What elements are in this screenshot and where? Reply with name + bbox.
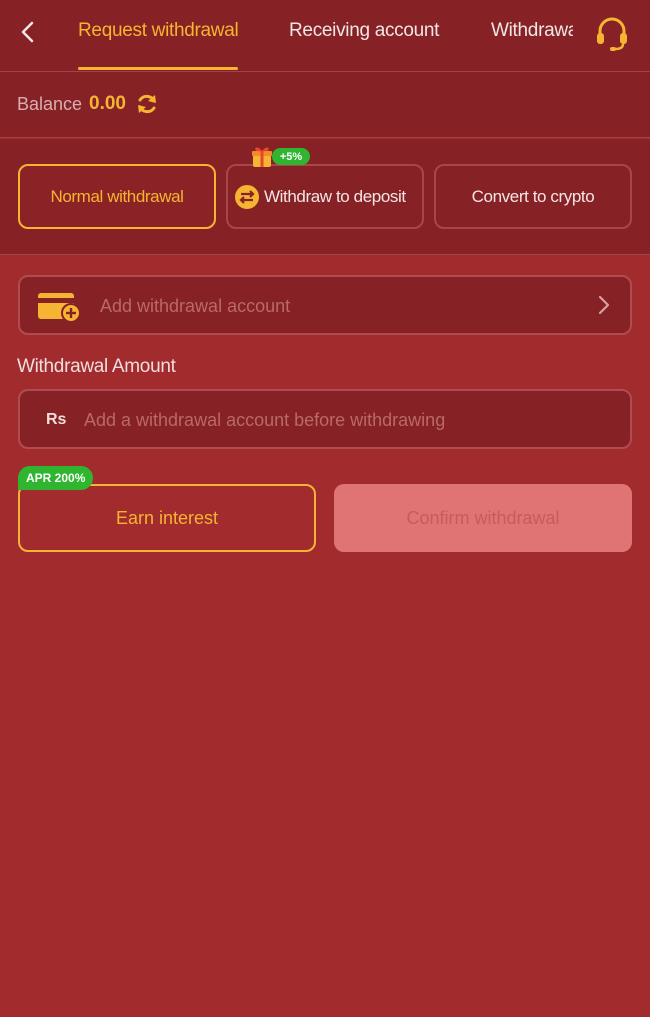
tab-withdrawal-records[interactable]: Withdrawal bbox=[491, 20, 573, 46]
active-tab-indicator bbox=[78, 67, 238, 70]
apr-badge: APR 200% bbox=[18, 466, 94, 490]
convert-to-crypto-label: Convert to crypto bbox=[471, 186, 595, 206]
withdrawal-amount-field: Rs bbox=[18, 389, 632, 449]
withdrawal-method-row: Normal withdrawal Withdraw to deposit Co… bbox=[0, 139, 650, 255]
earn-interest-button[interactable]: Earn interest bbox=[18, 484, 316, 552]
back-button[interactable] bbox=[14, 18, 42, 46]
normal-withdrawal-button[interactable]: Normal withdrawal bbox=[18, 164, 216, 229]
headset-icon bbox=[597, 17, 627, 51]
withdrawal-amount-label: Withdrawal Amount bbox=[17, 356, 176, 377]
confirm-withdrawal-button[interactable]: Confirm withdrawal bbox=[334, 484, 632, 552]
top-nav: Request withdrawal Receiving account Wit… bbox=[0, 0, 650, 72]
refresh-icon[interactable] bbox=[135, 92, 159, 116]
normal-withdrawal-label: Normal withdrawal bbox=[50, 186, 184, 206]
currency-symbol: Rs bbox=[46, 411, 67, 428]
add-account-label: Add withdrawal account bbox=[100, 296, 291, 316]
tab-request-withdrawal[interactable]: Request withdrawal bbox=[78, 20, 243, 46]
gift-icon bbox=[252, 147, 272, 167]
bonus-percent: +5% bbox=[272, 148, 310, 165]
chevron-left-icon bbox=[21, 21, 34, 43]
add-card-icon bbox=[38, 293, 81, 323]
withdraw-to-deposit-label: Withdraw to deposit bbox=[264, 186, 406, 206]
withdrawal-amount-input[interactable] bbox=[84, 405, 604, 435]
exchange-icon bbox=[235, 184, 259, 209]
balance-label: Balance bbox=[17, 94, 83, 114]
customer-support-button[interactable] bbox=[590, 12, 634, 56]
withdraw-to-deposit-button[interactable]: Withdraw to deposit bbox=[226, 164, 424, 229]
convert-to-crypto-button[interactable]: Convert to crypto bbox=[434, 164, 632, 229]
bonus-badge: +5% bbox=[250, 145, 310, 169]
chevron-right-icon bbox=[598, 295, 610, 315]
balance-row: Balance 0.00 bbox=[0, 72, 650, 138]
tab-receiving-account[interactable]: Receiving account bbox=[289, 20, 449, 46]
balance-value: 0.00 bbox=[89, 93, 126, 114]
add-withdrawal-account-button[interactable]: Add withdrawal account bbox=[18, 275, 632, 335]
